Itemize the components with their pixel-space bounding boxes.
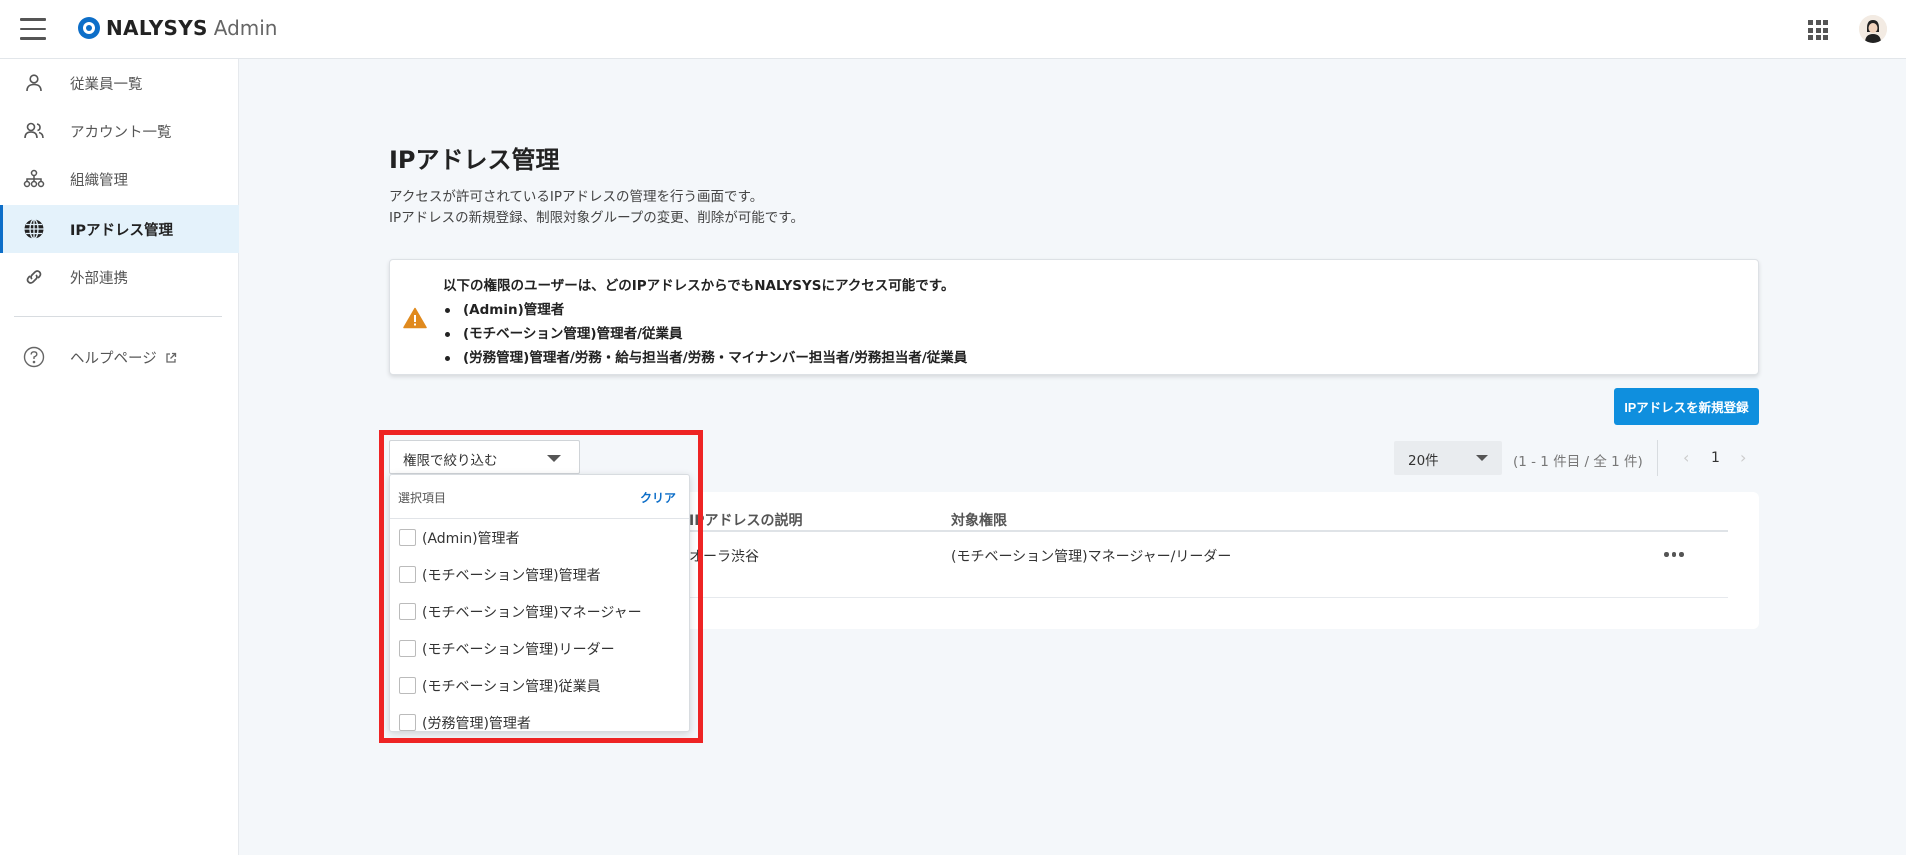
filter-option-label: (モチベーション管理)従業員 xyxy=(422,679,601,695)
filter-option-label: (モチベーション管理)マネージャー xyxy=(422,605,642,621)
warning-icon xyxy=(403,307,427,329)
sidebar-item-accounts[interactable]: アカウント一覧 xyxy=(0,107,239,155)
sidebar-item-ip-address[interactable]: IPアドレス管理 xyxy=(0,205,239,253)
sidebar-item-label: 従業員一覧 xyxy=(70,76,143,93)
filter-option[interactable]: (モチベーション管理)マネージャー xyxy=(390,593,689,630)
globe-icon xyxy=(22,217,46,241)
notice-item: (労務管理)管理者/労務・給与担当者/労務・マイナンバー担当者/労務担当者/従業… xyxy=(443,346,967,370)
logo-text: NALYSYS xyxy=(106,16,208,40)
filter-option[interactable]: (Admin)管理者 xyxy=(390,519,689,556)
cell-permissions: (モチベーション管理)マネージャー/リーダー xyxy=(951,549,1232,565)
filter-option[interactable]: (モチベーション管理)従業員 xyxy=(390,667,689,704)
external-link-icon xyxy=(165,352,177,368)
sidebar-item-label: アカウント一覧 xyxy=(70,124,172,141)
filter-placeholder: 権限で絞り込む xyxy=(403,453,498,469)
help-circle-icon xyxy=(22,345,46,369)
column-header-permissions: 対象権限 xyxy=(951,513,1007,529)
checkbox[interactable] xyxy=(399,714,416,731)
top-header: NALYSYS Admin xyxy=(0,0,1906,59)
checkbox[interactable] xyxy=(399,566,416,583)
sidebar-item-employees[interactable]: 従業員一覧 xyxy=(0,59,239,107)
sidebar-item-label: 外部連携 xyxy=(70,270,128,287)
pagination-range: (1 - 1 件目 / 全 1 件) xyxy=(1513,454,1643,470)
link-icon xyxy=(22,265,46,289)
app-logo[interactable]: NALYSYS Admin xyxy=(78,16,277,40)
notice-item: (モチベーション管理)管理者/従業員 xyxy=(443,322,967,346)
filter-option[interactable]: (モチベーション管理)管理者 xyxy=(390,556,689,593)
filter-option-label: (モチベーション管理)リーダー xyxy=(422,642,615,658)
per-page-value: 20件 xyxy=(1408,453,1439,469)
per-page-select[interactable]: 20件 xyxy=(1394,441,1502,475)
sidebar-item-integrations[interactable]: 外部連携 xyxy=(0,253,239,301)
chevron-down-icon xyxy=(1476,455,1488,461)
sidebar-item-label: 組織管理 xyxy=(70,172,128,189)
logo-subtitle: Admin xyxy=(213,16,278,40)
new-ip-address-button[interactable]: IPアドレスを新規登録 xyxy=(1614,388,1759,425)
permission-notice: 以下の権限のユーザーは、どのIPアドレスからでもNALYSYSにアクセス可能です… xyxy=(389,259,1759,375)
person-icon xyxy=(22,71,46,95)
sidebar-item-label: IPアドレス管理 xyxy=(70,222,174,239)
pagination-divider xyxy=(1657,440,1658,476)
page-title: IPアドレス管理 xyxy=(389,146,560,174)
people-icon xyxy=(22,119,46,143)
org-chart-icon xyxy=(22,167,46,191)
page-number[interactable]: 1 xyxy=(1711,450,1720,466)
sidebar-item-organization[interactable]: 組織管理 xyxy=(0,155,239,203)
user-avatar[interactable] xyxy=(1859,15,1887,43)
notice-heading: 以下の権限のユーザーは、どのIPアドレスからでもNALYSYSにアクセス可能です… xyxy=(443,278,955,294)
filter-option-label: (Admin)管理者 xyxy=(422,531,520,547)
chevron-right-icon[interactable]: › xyxy=(1740,448,1746,467)
page-description-line2: IPアドレスの新規登録、制限対象グループの変更、削除が可能です。 xyxy=(389,210,804,226)
cell-description: オーラ渋谷 xyxy=(689,549,759,565)
sidebar: 従業員一覧 アカウント一覧 組織管理 IPアドレス管理 外部連携 ヘルプページ xyxy=(0,59,239,855)
filter-option-label: (労務管理)管理者 xyxy=(422,716,531,732)
clear-button[interactable]: クリア xyxy=(640,489,676,506)
filter-option[interactable]: (労務管理)管理者 xyxy=(390,704,689,732)
filter-option-label: (モチベーション管理)管理者 xyxy=(422,568,601,584)
sidebar-item-label: ヘルプページ xyxy=(70,347,177,368)
checkbox[interactable] xyxy=(399,677,416,694)
checkbox[interactable] xyxy=(399,640,416,657)
page-description-line1: アクセスが許可されているIPアドレスの管理を行う画面です。 xyxy=(389,189,764,205)
permission-filter-select[interactable]: 権限で絞り込む xyxy=(389,440,580,474)
checkbox[interactable] xyxy=(399,529,416,546)
notice-list: (Admin)管理者 (モチベーション管理)管理者/従業員 (労務管理)管理者/… xyxy=(443,298,967,370)
more-options-icon[interactable] xyxy=(1664,552,1688,562)
help-label: ヘルプページ xyxy=(70,350,157,367)
dropdown-title: 選択項目 xyxy=(398,491,447,505)
sidebar-item-help[interactable]: ヘルプページ xyxy=(0,333,239,381)
chevron-down-icon xyxy=(547,455,561,462)
dropdown-header: 選択項目 クリア xyxy=(390,475,689,519)
chevron-left-icon[interactable]: ‹ xyxy=(1683,448,1689,467)
sidebar-divider xyxy=(14,316,222,317)
notice-item: (Admin)管理者 xyxy=(443,298,967,322)
checkbox[interactable] xyxy=(399,603,416,620)
nalysys-logo-icon xyxy=(78,17,100,39)
hamburger-menu-icon[interactable] xyxy=(20,18,46,40)
filter-option[interactable]: (モチベーション管理)リーダー xyxy=(390,630,689,667)
permission-filter-dropdown: 選択項目 クリア (Admin)管理者 (モチベーション管理)管理者 (モチベー… xyxy=(389,474,690,732)
app-grid-icon[interactable] xyxy=(1808,20,1828,40)
column-header-description: IPアドレスの説明 xyxy=(689,513,803,529)
